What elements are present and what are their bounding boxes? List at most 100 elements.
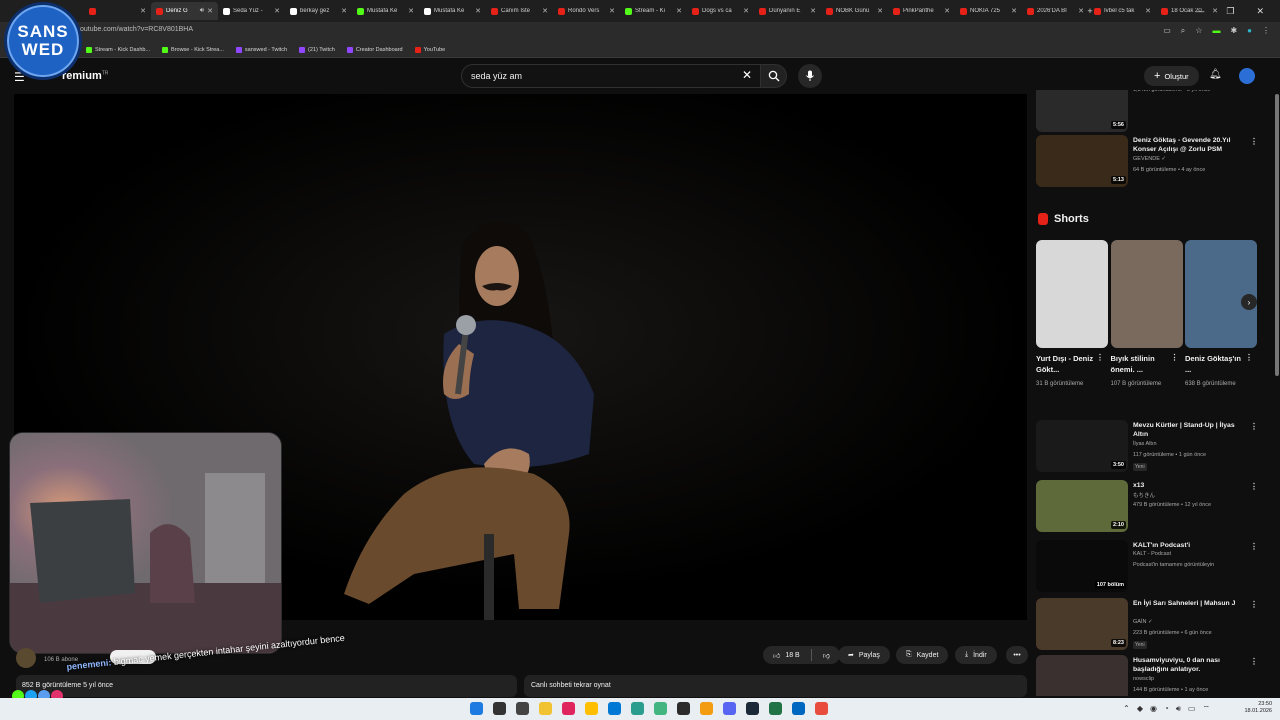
app-icon-6[interactable]	[815, 702, 828, 715]
video-thumbnail[interactable]: 3:50	[1036, 420, 1128, 472]
video-title[interactable]: Mevzu Kürtler | Stand-Up | İlyas Altın	[1133, 421, 1245, 439]
notifications-bell-icon[interactable]: 🔔︎	[1209, 69, 1222, 80]
video-menu-icon[interactable]: ⋮	[1250, 137, 1258, 146]
steam-icon[interactable]	[746, 702, 759, 715]
tray-app-icon-1[interactable]: ◆	[1137, 704, 1143, 714]
shorts-next-arrow-icon[interactable]: ›	[1241, 294, 1257, 310]
create-button[interactable]: + Oluştur	[1144, 66, 1199, 86]
video-title[interactable]: En İyi Sarı Sahneleri | Mahsun J	[1133, 599, 1245, 608]
tab-close-icon[interactable]: ✕	[944, 7, 950, 15]
browser-tab[interactable]: Dogs vs ca ✕	[687, 2, 754, 20]
edge-icon[interactable]	[608, 702, 621, 715]
url-field[interactable]: outube.com/watch?v=RC8V801BHA	[80, 26, 193, 33]
video-thumbnail[interactable]: 5:13	[1036, 135, 1128, 187]
related-video-item[interactable]: 5:56Deniz Göktaş1,3 Mn görüntüleme • 5 y…	[1034, 90, 1258, 134]
tab-close-icon[interactable]: ✕	[274, 7, 280, 15]
short-menu-icon[interactable]: ⋮	[1171, 353, 1179, 362]
tab-close-icon[interactable]: ✕	[475, 7, 481, 15]
video-menu-icon[interactable]: ⋮	[1250, 422, 1258, 431]
thumbs-down-icon[interactable]: 👎︎	[823, 651, 830, 660]
video-menu-icon[interactable]: ⋮	[1250, 542, 1258, 551]
browser-tab[interactable]: Ivbel c5 tak ✕	[1089, 2, 1156, 20]
related-video-item[interactable]: 2:10 x13 もちきん 479 B görüntüleme • 12 yıl ön…	[1034, 480, 1258, 534]
browser-tab[interactable]: ✕	[84, 2, 151, 20]
search-button[interactable]	[761, 64, 787, 88]
new-tab-icon[interactable]: +	[1087, 6, 1092, 16]
profile-icon[interactable]: ●	[1247, 26, 1252, 36]
video-title[interactable]: KALT'ın Podcast'i	[1133, 541, 1245, 550]
file-explorer-icon[interactable]	[539, 702, 552, 715]
video-thumbnail[interactable]: 8:23	[1036, 598, 1128, 650]
chrome-icon[interactable]	[585, 702, 598, 715]
bookmark-star-icon[interactable]: ☆	[1195, 26, 1202, 36]
widgets-icon[interactable]	[516, 702, 529, 715]
maximize-icon[interactable]: ❐	[1226, 6, 1234, 17]
video-channel[interactable]: nowsclip	[1133, 676, 1154, 682]
tab-close-icon[interactable]: ✕	[341, 7, 347, 15]
short-title[interactable]: Yurt Dışı - Deniz Gökt...	[1036, 353, 1094, 375]
tab-audio-icon[interactable]: 🔊︎	[200, 7, 204, 15]
tab-close-icon[interactable]: ✕	[1145, 7, 1151, 15]
account-avatar[interactable]	[1239, 68, 1255, 84]
tab-close-icon[interactable]: ✕	[743, 7, 749, 15]
tab-close-icon[interactable]: ✕	[140, 7, 146, 15]
browser-tab[interactable]: Mustafa Ke ✕	[352, 2, 419, 20]
related-video-item[interactable]: 5:13 Deniz Göktaş - Gevende 20.Yıl Konser…	[1034, 135, 1258, 189]
video-channel[interactable]: KALT - Podcast	[1133, 551, 1171, 557]
search-input[interactable]: seda yüz am	[471, 71, 522, 81]
battery-icon[interactable]: ▭	[1188, 704, 1196, 714]
related-video-item[interactable]: 3:50 Mevzu Kürtler | Stand-Up | İlyas Alt…	[1034, 420, 1258, 474]
tab-close-icon[interactable]: ✕	[810, 7, 816, 15]
video-thumbnail[interactable]	[1036, 655, 1128, 696]
youtube-logo[interactable]: remiumTR	[62, 70, 108, 82]
bookmark-item[interactable]: YouTube	[414, 46, 445, 53]
video-channel[interactable]: GEVENDE ✓	[1133, 156, 1166, 162]
short-thumbnail[interactable]	[1036, 240, 1108, 348]
download-button[interactable]: ⤓ İndir	[955, 646, 997, 664]
browser-tab[interactable]: Canım İste ✕	[486, 2, 553, 20]
video-description-box[interactable]: 852 B görüntüleme 5 yıl önce	[16, 675, 517, 697]
related-video-item[interactable]: 107 bölüm KALT'ın Podcast'i KALT - Podcast…	[1034, 540, 1258, 594]
video-channel[interactable]: もちきん	[1133, 491, 1155, 499]
tray-chevron-icon[interactable]: ⌃	[1123, 704, 1130, 714]
bookmark-item[interactable]: (21) Twitch	[299, 46, 335, 53]
install-icon[interactable]: ▭	[1163, 26, 1171, 36]
browser-tab[interactable]: NOKIA 725 ✕	[955, 2, 1022, 20]
tab-close-icon[interactable]: ✕	[609, 7, 615, 15]
close-window-icon[interactable]: ✕	[1256, 6, 1264, 17]
search-box[interactable]: seda yüz am ✕	[461, 64, 761, 88]
live-chat-replay-button[interactable]: Canlı sohbeti tekrar oynat	[524, 675, 1027, 697]
browser-tab[interactable]: PinkPanthe ✕	[888, 2, 955, 20]
app-icon-3[interactable]	[677, 702, 690, 715]
video-menu-icon[interactable]: ⋮	[1250, 600, 1258, 609]
related-video-item[interactable]: 8:23 En İyi Sarı Sahneleri | Mahsun J GAİN…	[1034, 598, 1258, 652]
volume-icon[interactable]: 🔊︎	[1176, 704, 1181, 714]
channel-avatar[interactable]	[16, 648, 36, 668]
short-thumbnail[interactable]	[1110, 240, 1183, 348]
page-scrollbar[interactable]	[1275, 94, 1279, 376]
video-thumbnail[interactable]: 5:56	[1036, 90, 1128, 132]
bookmark-item[interactable]: Stream - Kick Dashb...	[86, 46, 150, 53]
video-title[interactable]: Deniz Göktaş - Gevende 20.Yıl Konser Açı…	[1133, 136, 1245, 154]
related-video-item[interactable]: Husamviyuviyu, 0 dan nası başladığını an…	[1034, 655, 1258, 696]
taskbar-clock[interactable]: 23:50 18.01.2026	[1244, 701, 1272, 715]
short-title[interactable]: Bıyık stilinin önemi. ...	[1111, 353, 1169, 375]
app-icon-2[interactable]	[654, 702, 667, 715]
video-menu-icon[interactable]: ⋮	[1250, 482, 1258, 491]
video-title[interactable]: Husamviyuviyu, 0 dan nası başladığını an…	[1133, 656, 1245, 674]
video-thumbnail[interactable]: 107 bölüm	[1036, 540, 1128, 592]
short-title[interactable]: Deniz Göktaş'ın ...	[1185, 353, 1243, 375]
music-app-icon[interactable]	[562, 702, 575, 715]
browser-tab[interactable]: Seda Yüz - ✕	[218, 2, 285, 20]
clear-search-icon[interactable]: ✕	[742, 68, 752, 82]
bookmark-item[interactable]: Browse - Kick Strea...	[162, 46, 224, 53]
zoom-icon[interactable]: ⌕	[1181, 26, 1185, 36]
windows-start-icon[interactable]	[470, 702, 483, 715]
tab-close-icon[interactable]: ✕	[1078, 7, 1084, 15]
video-menu-icon[interactable]: ⋮	[1250, 657, 1258, 666]
tab-close-icon[interactable]: ✕	[542, 7, 548, 15]
tab-close-icon[interactable]: ✕	[877, 7, 883, 15]
video-channel[interactable]: İlyas Altın	[1133, 441, 1157, 447]
tab-close-icon[interactable]: ✕	[676, 7, 682, 15]
tab-close-icon[interactable]: ✕	[207, 7, 213, 15]
